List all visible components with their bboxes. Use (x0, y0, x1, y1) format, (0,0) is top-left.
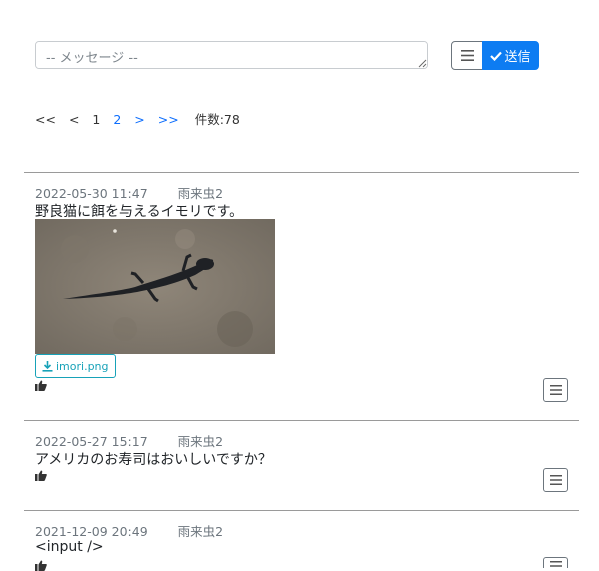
attachment-download-button[interactable]: imori.png (35, 354, 116, 378)
attachment-filename: imori.png (56, 359, 109, 373)
post-author: 雨来虫2 (177, 186, 224, 201)
bars-icon (460, 50, 474, 61)
post-text: <input /> (35, 539, 104, 555)
post-menu-button[interactable] (543, 557, 568, 568)
bars-icon (549, 385, 562, 395)
post-author: 雨来虫2 (177, 524, 224, 539)
page-next-link[interactable]: > (134, 112, 144, 127)
newt-photo (35, 219, 275, 354)
resize-grip-icon[interactable] (418, 59, 427, 68)
post-menu-button[interactable] (543, 468, 568, 492)
page-first: << (35, 112, 56, 127)
divider (24, 420, 579, 421)
post-date: 2021-12-09 20:49 (35, 524, 148, 539)
download-icon (42, 360, 53, 372)
post-text: 野良猫に餌を与えるイモリです。 (35, 204, 244, 220)
post-date: 2022-05-27 15:17 (35, 434, 148, 449)
item-count: 件数:78 (194, 112, 240, 127)
message-input[interactable] (35, 41, 428, 69)
post-meta: 2022-05-30 11:47 雨来虫2 (35, 183, 223, 202)
thumbs-up-icon[interactable] (35, 380, 47, 391)
page-1: 1 (92, 112, 101, 127)
page-2-link[interactable]: 2 (113, 112, 121, 127)
page-prev: < (68, 112, 80, 127)
post-meta: 2022-05-27 15:17 雨来虫2 (35, 431, 223, 450)
divider (24, 510, 579, 511)
pagination: << < 1 2 > >> 件数:78 (35, 109, 249, 128)
post-image (35, 219, 275, 354)
post-text: アメリカのお寿司はおいしいですか？ (35, 452, 272, 468)
send-label: 送信 (504, 50, 531, 65)
menu-button[interactable] (451, 41, 483, 70)
check-icon (490, 51, 503, 61)
post-menu-button[interactable] (543, 378, 568, 402)
page-last-link[interactable]: >> (158, 112, 179, 127)
post-date: 2022-05-30 11:47 (35, 186, 148, 201)
bars-icon (549, 475, 562, 485)
post-author: 雨来虫2 (177, 434, 224, 449)
divider (24, 172, 579, 173)
send-button[interactable]: 送信 (482, 41, 539, 70)
thumbs-up-icon[interactable] (35, 470, 47, 481)
post-meta: 2021-12-09 20:49 雨来虫2 (35, 521, 223, 540)
thumbs-up-icon[interactable] (35, 560, 47, 571)
